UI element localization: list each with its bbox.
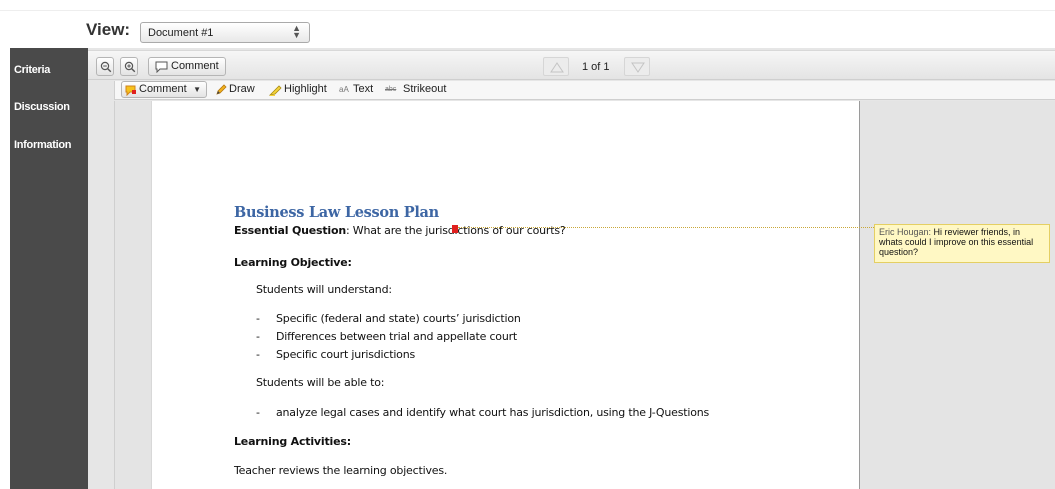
understand-intro: Students will understand: xyxy=(256,283,392,296)
comment-button-label: Comment xyxy=(171,60,219,72)
comment-tool-label: Comment xyxy=(139,83,187,95)
view-bar: View: Document #1 ▲ ▼ xyxy=(0,0,1055,48)
annotation-connector-line xyxy=(458,227,874,228)
annotation-toolbar: Comment ▼ Draw Highlight aA Text abc Str… xyxy=(114,81,1055,100)
strikeout-tool-icon: abc xyxy=(385,86,397,93)
understand-item: Specific (federal and state) courts’ jur… xyxy=(276,312,521,325)
sidebar-item-information[interactable]: Information xyxy=(14,139,72,151)
text-tool-label: Text xyxy=(353,83,374,95)
bullet-dash: - xyxy=(256,406,260,419)
highlight-tool-label: Highlight xyxy=(284,83,327,95)
select-arrows-icon: ▲ ▼ xyxy=(292,23,301,40)
document-select-value: Document #1 xyxy=(148,27,214,39)
understand-item: Differences between trial and appellate … xyxy=(276,330,518,343)
zoom-out-icon xyxy=(100,61,112,73)
bullet-dash: - xyxy=(256,348,260,361)
essential-question: Essential Question: What are the jurisdi… xyxy=(234,224,566,237)
able-item: analyze legal cases and identify what co… xyxy=(276,406,710,419)
strikeout-tool-label: Strikeout xyxy=(403,83,447,95)
essential-question-label: Essential Question xyxy=(234,224,346,237)
annotation-author: Eric Hougan: xyxy=(879,227,932,237)
document-title: Business Law Lesson Plan xyxy=(234,204,439,221)
understand-item: Specific court jurisdictions xyxy=(276,348,416,361)
draw-tool[interactable]: Draw xyxy=(215,83,255,95)
annotation-marker[interactable] xyxy=(452,225,458,233)
chevron-down-icon: ▼ xyxy=(193,85,201,94)
document-viewer: Comment 1 of 1 Comment ▼ Draw Highlight … xyxy=(88,48,1055,489)
able-intro: Students will be able to: xyxy=(256,376,385,389)
highlighter-icon xyxy=(269,85,282,96)
sidebar: Criteria Discussion Information xyxy=(10,48,88,489)
sidebar-item-discussion[interactable]: Discussion xyxy=(14,101,70,113)
viewer-toolbar: Comment 1 of 1 xyxy=(88,50,1055,80)
zoom-in-icon xyxy=(124,61,136,73)
learning-activities-heading: Learning Activities: xyxy=(234,435,351,448)
bullet-dash: - xyxy=(256,330,260,343)
annotation-comment-note[interactable]: Eric Hougan: Hi reviewer friends, in wha… xyxy=(874,224,1050,263)
zoom-in-button[interactable] xyxy=(120,57,138,76)
top-divider xyxy=(0,10,1055,11)
text-tool[interactable]: aA Text xyxy=(339,83,373,95)
learning-objective-heading: Learning Objective: xyxy=(234,256,352,269)
text-tool-icon: aA xyxy=(339,85,349,94)
bullet-dash: - xyxy=(256,312,260,325)
draw-tool-label: Draw xyxy=(229,83,255,95)
comment-button[interactable]: Comment xyxy=(148,57,226,76)
highlight-tool[interactable]: Highlight xyxy=(269,83,327,96)
activity-text: Teacher reviews the learning objectives. xyxy=(234,464,448,477)
strikeout-tool[interactable]: abc Strikeout xyxy=(385,83,446,95)
previous-page-button[interactable] xyxy=(543,57,569,76)
document-select[interactable]: Document #1 ▲ ▼ xyxy=(140,22,310,43)
sidebar-item-criteria[interactable]: Criteria xyxy=(14,64,50,76)
view-label: View: xyxy=(86,20,131,39)
comment-tool-dropdown[interactable]: Comment ▼ xyxy=(121,81,207,98)
comment-tool-icon xyxy=(125,85,136,96)
speech-bubble-icon xyxy=(155,61,168,73)
page-indicator: 1 of 1 xyxy=(582,61,610,73)
page-canvas: Business Law Lesson Plan Essential Quest… xyxy=(114,101,1055,489)
next-page-button[interactable] xyxy=(624,57,650,76)
zoom-out-button[interactable] xyxy=(96,57,114,76)
triangle-down-icon xyxy=(631,62,645,73)
document-page[interactable]: Business Law Lesson Plan Essential Quest… xyxy=(151,101,860,489)
pencil-icon xyxy=(216,84,227,95)
triangle-up-icon xyxy=(550,62,564,73)
